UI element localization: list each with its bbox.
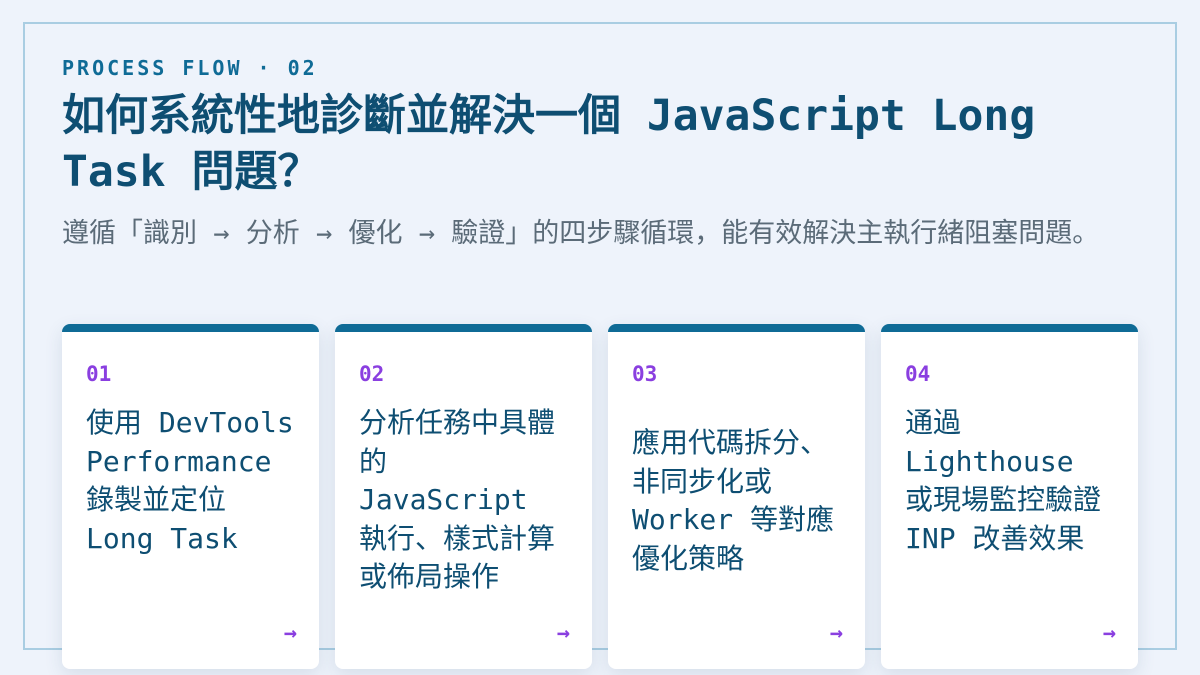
step-description: 通過 Lighthouse 或現場監控驗證 INP 改善效果 bbox=[905, 406, 1102, 555]
step-number: 01 bbox=[86, 362, 112, 386]
step-card-2: 02 分析任務中具體的 JavaScript 執行、樣式計算或佈局操作 → bbox=[335, 324, 592, 669]
step-card-1: 01 使用 DevTools Performance 錄製並定位 Long Ta… bbox=[62, 324, 319, 669]
step-card-3: 03 應用代碼拆分、非同步化或 Worker 等對應優化策略 → bbox=[608, 324, 865, 669]
step-card-4: 04 通過 Lighthouse 或現場監控驗證 INP 改善效果 → bbox=[881, 324, 1138, 669]
arrow-right-icon[interactable]: → bbox=[557, 623, 570, 645]
section-eyebrow: PROCESS FLOW · 02 bbox=[62, 56, 318, 80]
page-subtitle: 遵循「識別 → 分析 → 優化 → 驗證」的四步驟循環，能有效解決主執行緒阻塞問… bbox=[62, 218, 1100, 249]
step-description: 使用 DevTools Performance 錄製並定位 Long Task bbox=[86, 406, 294, 555]
arrow-right-icon[interactable]: → bbox=[830, 623, 843, 645]
step-description: 分析任務中具體的 JavaScript 執行、樣式計算或佈局操作 bbox=[359, 406, 556, 593]
process-steps: 01 使用 DevTools Performance 錄製並定位 Long Ta… bbox=[62, 324, 1138, 669]
page-title: 如何系統性地診斷並解決一個 JavaScript Long Task 問題？ bbox=[62, 91, 1036, 197]
step-description: 應用代碼拆分、非同步化或 Worker 等對應優化策略 bbox=[632, 426, 835, 575]
arrow-right-icon[interactable]: → bbox=[284, 623, 297, 645]
step-number: 03 bbox=[632, 362, 658, 386]
step-number: 02 bbox=[359, 362, 385, 386]
arrow-right-icon[interactable]: → bbox=[1103, 623, 1116, 645]
step-number: 04 bbox=[905, 362, 931, 386]
